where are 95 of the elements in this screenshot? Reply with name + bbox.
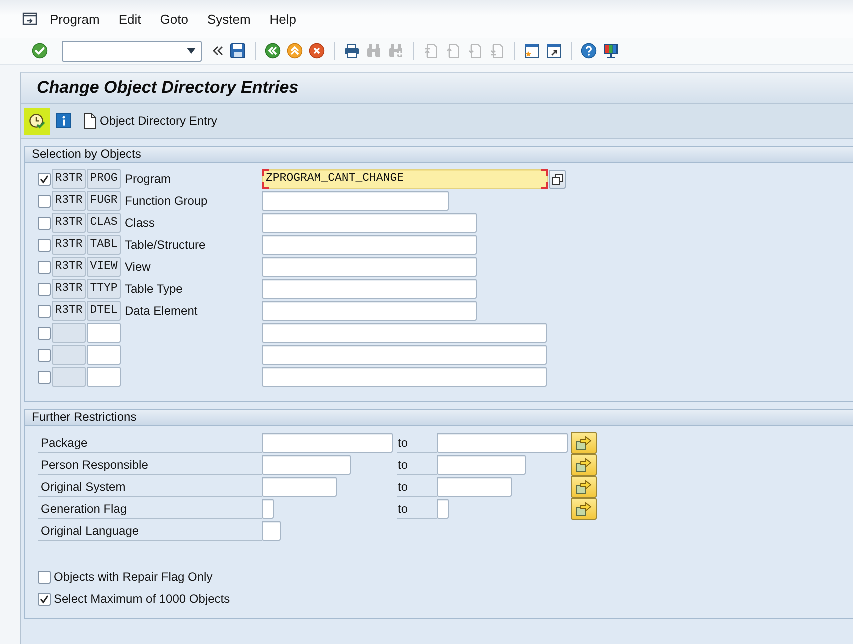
- menu-icon[interactable]: [22, 12, 38, 26]
- check-circle-icon[interactable]: [32, 43, 48, 59]
- document-icon: [84, 113, 96, 129]
- object-type-field[interactable]: [87, 345, 121, 365]
- object-type-field[interactable]: [87, 367, 121, 387]
- menu-item[interactable]: Goto: [160, 12, 188, 26]
- input-field[interactable]: [262, 367, 547, 387]
- field-label: Table Type: [124, 282, 184, 296]
- input-field[interactable]: [437, 455, 526, 475]
- input-field[interactable]: [262, 345, 547, 365]
- checkbox[interactable]: [38, 370, 51, 384]
- field-label: Original Language: [38, 521, 262, 541]
- field-label: Original System: [38, 477, 262, 497]
- input-field[interactable]: [262, 257, 477, 277]
- menu-item[interactable]: Edit: [118, 12, 142, 26]
- multiple-selection-button[interactable]: [571, 476, 597, 498]
- checkbox[interactable]: [38, 348, 51, 362]
- checkbox[interactable]: [38, 304, 51, 318]
- input-field[interactable]: [262, 191, 449, 211]
- panel-header: Further Restrictions: [25, 410, 853, 426]
- pgmid-field: [52, 323, 86, 343]
- multiple-selection-button[interactable]: [571, 454, 597, 476]
- object-type-field: TTYP: [87, 279, 121, 299]
- multiple-selection-button[interactable]: [571, 432, 597, 454]
- checkbox-label: Objects with Repair Flag Only: [54, 570, 213, 584]
- pgmid-field: R3TR: [52, 257, 86, 277]
- input-field[interactable]: [262, 301, 477, 321]
- checkbox[interactable]: [38, 282, 51, 296]
- cross-circle-icon[interactable]: [309, 43, 325, 59]
- arrow-box-icon: [576, 502, 592, 516]
- object-type-field: PROG: [87, 169, 121, 189]
- input-field[interactable]: [262, 235, 477, 255]
- input-field[interactable]: [262, 499, 274, 519]
- dropdown-arrow-icon[interactable]: [187, 48, 196, 54]
- field-label: Program: [124, 172, 172, 186]
- input-field[interactable]: [262, 213, 477, 233]
- multiple-selection-button[interactable]: [571, 498, 597, 520]
- object-type-field: TABL: [87, 235, 121, 255]
- field-label: Generation Flag: [38, 499, 262, 519]
- monitor-icon[interactable]: [603, 43, 619, 59]
- checkbox[interactable]: [38, 194, 51, 208]
- checkbox[interactable]: [38, 172, 51, 186]
- pgmid-field: R3TR: [52, 235, 86, 255]
- pgmid-field: [52, 345, 86, 365]
- question-circle-icon[interactable]: [581, 43, 597, 59]
- pgmid-field: R3TR: [52, 191, 86, 211]
- input-field[interactable]: [437, 477, 512, 497]
- field-label: Table/Structure: [124, 238, 207, 252]
- object-type-field: DTEL: [87, 301, 121, 321]
- input-field[interactable]: [262, 521, 281, 541]
- input-field[interactable]: [262, 477, 337, 497]
- field-label: Data Element: [124, 304, 199, 318]
- arrow-box-icon: [576, 436, 592, 450]
- checkbox-label: Select Maximum of 1000 Objects: [54, 592, 230, 606]
- input-field[interactable]: [437, 499, 449, 519]
- menu-item[interactable]: Program: [50, 12, 100, 26]
- checkbox[interactable]: [38, 570, 51, 584]
- field-label: View: [124, 260, 152, 274]
- object-type-field: FUGR: [87, 191, 121, 211]
- info-icon[interactable]: [56, 113, 72, 129]
- pgmid-field: R3TR: [52, 279, 86, 299]
- pgmid-field: [52, 367, 86, 387]
- screen-title: Change Object Directory Entries: [37, 78, 299, 98]
- clock-check-icon[interactable]: [24, 108, 50, 134]
- copy-icon: [552, 174, 563, 184]
- object-type-field: VIEW: [87, 257, 121, 277]
- input-field[interactable]: [262, 455, 351, 475]
- input-field[interactable]: [262, 433, 393, 453]
- panel-header: Selection by Objects: [25, 147, 853, 163]
- field-label: Class: [124, 216, 156, 230]
- command-field[interactable]: [62, 40, 202, 62]
- input-field[interactable]: [262, 279, 477, 299]
- field-label: Function Group: [124, 194, 209, 208]
- checkbox[interactable]: [38, 216, 51, 230]
- checkbox[interactable]: [38, 592, 51, 606]
- menu-item[interactable]: Help: [270, 12, 297, 26]
- field-label: Package: [38, 433, 262, 453]
- input-field[interactable]: [262, 323, 547, 343]
- checkbox[interactable]: [38, 260, 51, 274]
- input-field[interactable]: [437, 433, 568, 453]
- input-field[interactable]: ZPROGRAM_CANT_CHANGE: [262, 169, 548, 189]
- object-type-field[interactable]: [87, 323, 121, 343]
- printer-icon[interactable]: [344, 43, 360, 59]
- pgmid-field: R3TR: [52, 301, 86, 321]
- pgmid-field: R3TR: [52, 169, 86, 189]
- document-button[interactable]: Object Directory Entry: [84, 113, 218, 129]
- field-label: Person Responsible: [38, 455, 262, 475]
- checkbox[interactable]: [38, 238, 51, 252]
- checkbox[interactable]: [38, 326, 51, 340]
- menu-item[interactable]: System: [207, 12, 251, 26]
- value-help-button[interactable]: [549, 170, 566, 188]
- pgmid-field: R3TR: [52, 213, 86, 233]
- arrow-box-icon: [576, 458, 592, 472]
- object-type-field: CLAS: [87, 213, 121, 233]
- arrow-box-icon: [576, 480, 592, 494]
